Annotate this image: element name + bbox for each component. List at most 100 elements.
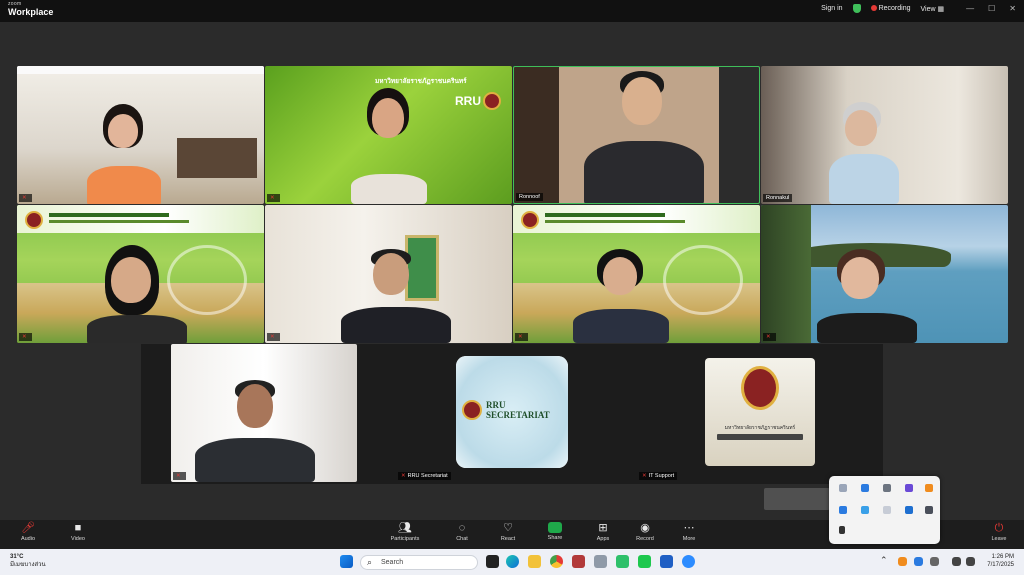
- tray-app-icon[interactable]: [925, 484, 933, 492]
- tray-app-icon[interactable]: [839, 506, 847, 514]
- video-button[interactable]: ■ Video: [58, 522, 98, 542]
- video-tile[interactable]: ✕: [17, 205, 264, 343]
- sign-in-button[interactable]: Sign in: [821, 5, 842, 12]
- line-icon[interactable]: [638, 555, 651, 568]
- system-tray-popup[interactable]: [829, 476, 940, 544]
- participants-button[interactable]: 👥︎ Participants: [385, 522, 425, 542]
- video-tile[interactable]: ✕: [761, 205, 1008, 343]
- view-button[interactable]: View ▦: [921, 5, 945, 13]
- apps-button[interactable]: ⊞ Apps: [583, 522, 623, 542]
- mic-muted-icon: ✕: [22, 195, 27, 201]
- search-placeholder: Search: [381, 559, 404, 566]
- clock[interactable]: 1:26 PM 7/17/2025: [987, 553, 1014, 569]
- mic-muted-icon: 🎤︎: [21, 522, 35, 534]
- app-icon[interactable]: [594, 555, 607, 568]
- tray-app-icon[interactable]: [905, 506, 913, 514]
- share-icon: [548, 522, 562, 533]
- tray-icon[interactable]: [930, 557, 939, 566]
- tray-icon[interactable]: [898, 557, 907, 566]
- mic-muted-icon: ✕: [401, 473, 406, 479]
- rru-banner: RRU: [455, 94, 481, 108]
- video-tile[interactable]: RRU SECRETARIAT ✕ RRU Secretariat: [358, 344, 622, 482]
- app-icon[interactable]: [616, 555, 629, 568]
- title-bar: zoom Workplace Sign in Recording View ▦ …: [0, 0, 1024, 22]
- more-button[interactable]: ⋯ More: [669, 522, 709, 542]
- clock-time: 1:26 PM: [991, 554, 1014, 560]
- tray-app-icon[interactable]: [839, 484, 847, 492]
- tray-app-icon[interactable]: [905, 484, 913, 492]
- chat-button[interactable]: ◌ Chat: [442, 522, 482, 542]
- mic-muted-icon: ✕: [270, 195, 275, 201]
- close-icon[interactable]: ✕: [1009, 4, 1016, 13]
- participant-name-bar: ✕: [19, 333, 32, 341]
- tray-app-icon[interactable]: [861, 506, 869, 514]
- active-speaker-tile[interactable]: Ronnoof: [513, 66, 760, 204]
- grid-icon: ▦: [937, 5, 945, 13]
- video-tile[interactable]: ✕: [17, 66, 264, 204]
- video-tile[interactable]: มหาวิทยาลัยราชภัฏราชนครินทร์ RRU ✕: [265, 66, 512, 204]
- university-seal-icon: [521, 211, 539, 229]
- tray-app-icon[interactable]: [883, 484, 891, 492]
- participant-video: [87, 104, 197, 204]
- app-icon[interactable]: [572, 555, 585, 568]
- banner-title: มหาวิทยาลัยราชภัฏราชนครินทร์: [375, 78, 467, 85]
- recording-indicator[interactable]: Recording: [870, 5, 911, 12]
- shield-icon[interactable]: [852, 4, 861, 13]
- university-seal-icon: [462, 400, 482, 420]
- leave-icon: ⏻: [994, 522, 1004, 534]
- word-icon[interactable]: [660, 555, 673, 568]
- leave-label: Leave: [991, 536, 1007, 542]
- zoom-icon[interactable]: [682, 555, 695, 568]
- more-icon: ⋯: [683, 522, 695, 534]
- tray-app-icon[interactable]: [861, 484, 869, 492]
- video-tile[interactable]: ✕: [171, 344, 357, 482]
- chevron-up-icon[interactable]: ⌃: [880, 555, 893, 568]
- wifi-icon[interactable]: [952, 557, 961, 566]
- participants-icon: 👥︎: [398, 522, 412, 534]
- video-gallery: ✕ มหาวิทยาลัยราชภัฏราชนครินทร์ RRU ✕ Ron…: [0, 22, 1024, 520]
- weather-desc: มีเมฆบางส่วน: [10, 562, 46, 568]
- file-explorer-icon[interactable]: [528, 555, 541, 568]
- university-seal-icon: [25, 211, 43, 229]
- audio-button[interactable]: 🎤︎ Audio: [8, 522, 48, 542]
- participant-name-bar: ✕: [173, 472, 186, 480]
- mic-muted-icon: ✕: [22, 334, 27, 340]
- video-tile[interactable]: Ronnakul: [761, 66, 1008, 204]
- video-label: Video: [71, 536, 85, 542]
- record-label: Record: [636, 536, 654, 542]
- task-view-icon[interactable]: [486, 555, 499, 568]
- chrome-icon[interactable]: [550, 555, 563, 568]
- participant-name-bar: ✕: [267, 333, 280, 341]
- participant-name-bar: ✕: [515, 333, 528, 341]
- maximize-icon[interactable]: ☐: [988, 4, 995, 13]
- mic-muted-icon: ✕: [766, 334, 771, 340]
- share-label: Share: [547, 535, 563, 541]
- university-seal-icon: [483, 92, 501, 110]
- participant-name-bar: ✕: [19, 194, 32, 202]
- participant-name-bar: Ronnakul: [763, 194, 793, 202]
- participant-name: RRU Secretariat: [407, 473, 448, 479]
- mic-muted-icon: ✕: [176, 473, 181, 479]
- logo-text-2: SECRETARIAT: [486, 410, 550, 420]
- start-icon[interactable]: [340, 555, 353, 568]
- video-tile[interactable]: มหาวิทยาลัยราชภัฏราชนครินทร์ ✕ IT Support: [623, 344, 881, 482]
- record-button[interactable]: ◉ Record: [625, 522, 665, 542]
- weather-widget[interactable]: 31°C มีเมฆบางส่วน: [10, 553, 46, 569]
- pen-icon[interactable]: [839, 526, 845, 534]
- share-button[interactable]: Share: [535, 522, 575, 541]
- react-button[interactable]: ♡ React: [488, 522, 528, 542]
- minimize-icon[interactable]: —: [966, 4, 974, 13]
- leave-button[interactable]: ⏻ Leave: [979, 522, 1019, 542]
- volume-icon[interactable]: [966, 557, 975, 566]
- tray-app-icon[interactable]: [883, 506, 891, 514]
- tray-app-icon[interactable]: [925, 506, 933, 514]
- search-input[interactable]: ⌕ Search: [360, 555, 478, 570]
- participant-video: [195, 380, 335, 482]
- participant-name-bar: Ronnoof: [516, 193, 543, 201]
- tray-icon[interactable]: [914, 557, 923, 566]
- chat-label: Chat: [456, 536, 468, 542]
- edge-icon[interactable]: [506, 555, 519, 568]
- university-caption: มหาวิทยาลัยราชภัฏราชนครินทร์: [724, 425, 796, 431]
- video-tile[interactable]: ✕: [265, 205, 512, 343]
- video-tile[interactable]: ✕: [513, 205, 760, 343]
